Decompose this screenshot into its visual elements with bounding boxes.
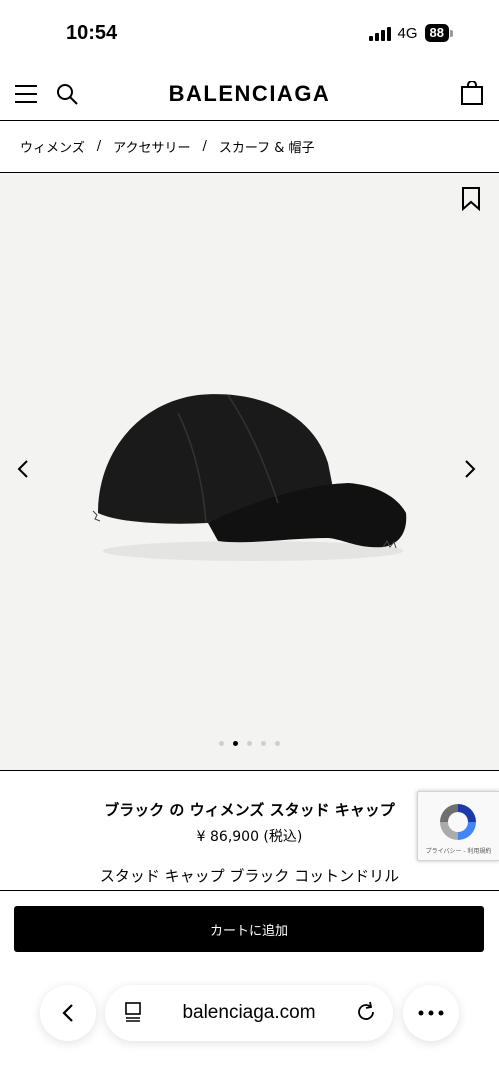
brand-logo[interactable]: BALENCIAGA [0,81,499,107]
product-gallery[interactable] [0,173,499,771]
pagination-dot[interactable] [247,741,252,746]
shopping-bag-icon[interactable] [459,80,485,106]
url-text[interactable]: balenciaga.com [105,1002,393,1024]
network-label: 4G [397,24,418,42]
status-bar: 10:54 4G 88 [0,0,499,66]
pagination-dot-active[interactable] [233,741,238,746]
pagination-dot[interactable] [275,741,280,746]
bookmark-icon[interactable] [461,187,483,213]
recaptcha-badge[interactable]: プライバシー - 利用規約 [417,791,499,861]
product-image [92,394,407,561]
reload-icon[interactable] [355,1001,377,1023]
breadcrumb-item-accessories[interactable]: アクセサリー [113,137,190,156]
browser-back-button[interactable] [40,985,96,1041]
site-header: BALENCIAGA [0,66,499,121]
ellipsis-icon [418,1010,444,1016]
chevron-right-icon[interactable] [463,458,483,484]
status-time: 10:54 [66,22,118,44]
signal-icon [368,25,391,41]
battery-icon: 88 [424,24,453,42]
browser-toolbar: balenciaga.com [0,985,499,1045]
status-indicators: 4G 88 [368,24,453,42]
pagination-dot[interactable] [261,741,266,746]
chevron-left-icon [62,1004,73,1022]
breadcrumb-item-womens[interactable]: ウィメンズ [20,137,85,156]
breadcrumb-separator: / [96,139,102,154]
pagination-dot[interactable] [219,741,224,746]
chevron-left-icon[interactable] [16,458,36,484]
product-description: スタッド キャップ ブラック コットンドリル [99,867,400,885]
add-to-cart-button[interactable]: カートに追加 [14,906,484,952]
gallery-pagination [0,741,499,746]
battery-level: 88 [424,24,449,42]
address-bar[interactable]: balenciaga.com [105,985,393,1041]
breadcrumb-item-scarves-hats[interactable]: スカーフ & 帽子 [219,137,315,156]
recaptcha-icon [440,804,476,840]
more-options-button[interactable] [403,985,459,1041]
breadcrumb-separator: / [202,139,207,154]
breadcrumb: ウィメンズ / アクセサリー / スカーフ & 帽子 [0,121,499,173]
recaptcha-label[interactable]: プライバシー - 利用規約 [418,846,499,855]
